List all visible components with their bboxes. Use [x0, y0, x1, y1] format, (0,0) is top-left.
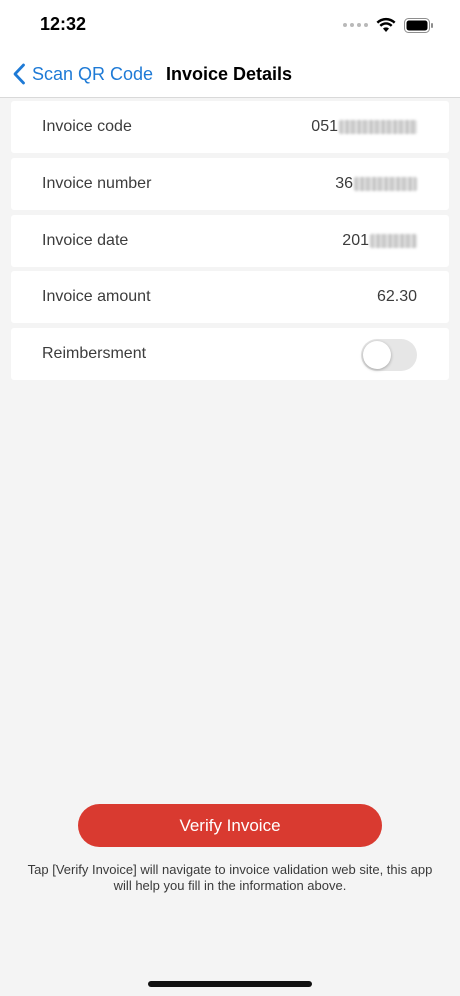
invoice-code-visible-part: 051: [311, 118, 338, 135]
signal-dots-icon: [343, 23, 368, 27]
invoice-date-visible-part: 201: [342, 232, 369, 249]
redacted-blur: [339, 120, 417, 134]
invoice-code-label: Invoice code: [42, 118, 132, 135]
invoice-amount-row: Invoice amount 62.30: [11, 271, 449, 323]
status-bar: 12:32: [0, 0, 460, 50]
invoice-code-value: 051: [311, 118, 417, 136]
redacted-blur: [370, 234, 417, 248]
back-button-label: Scan QR Code: [32, 63, 154, 84]
invoice-number-label: Invoice number: [42, 175, 152, 192]
invoice-number-row: Invoice number 36: [11, 158, 449, 210]
reimbursement-toggle[interactable]: [361, 339, 417, 371]
verify-invoice-button[interactable]: Verify Invoice: [78, 804, 382, 847]
invoice-date-value: 201: [342, 232, 417, 250]
back-button[interactable]: Scan QR Code: [12, 60, 153, 88]
invoice-number-visible-part: 36: [335, 175, 353, 192]
reimbursement-row: Reimbersment: [11, 328, 449, 380]
invoice-number-value: 36: [335, 175, 417, 193]
status-time: 12:32: [40, 14, 87, 34]
battery-icon: [404, 17, 433, 33]
navigation-bar: Scan QR Code Invoice Details: [0, 50, 460, 98]
invoice-date-label: Invoice date: [42, 232, 129, 249]
page-title: Invoice Details: [166, 64, 293, 84]
invoice-amount-value: 62.30: [377, 288, 417, 306]
redacted-blur: [354, 177, 417, 191]
chevron-left-icon: [13, 63, 25, 85]
status-icons: [343, 16, 434, 34]
toggle-knob: [363, 341, 391, 369]
reimbursement-label: Reimbersment: [42, 345, 147, 362]
wifi-icon: [376, 17, 396, 32]
invoice-amount-text: 62.30: [376, 288, 417, 305]
invoice-date-row: Invoice date 201: [11, 215, 449, 267]
invoice-code-row: Invoice code 051: [11, 101, 449, 153]
home-indicator: [148, 981, 312, 987]
invoice-amount-label: Invoice amount: [42, 288, 151, 305]
verify-hint-text: Tap [Verify Invoice] will navigate to in…: [27, 862, 433, 893]
